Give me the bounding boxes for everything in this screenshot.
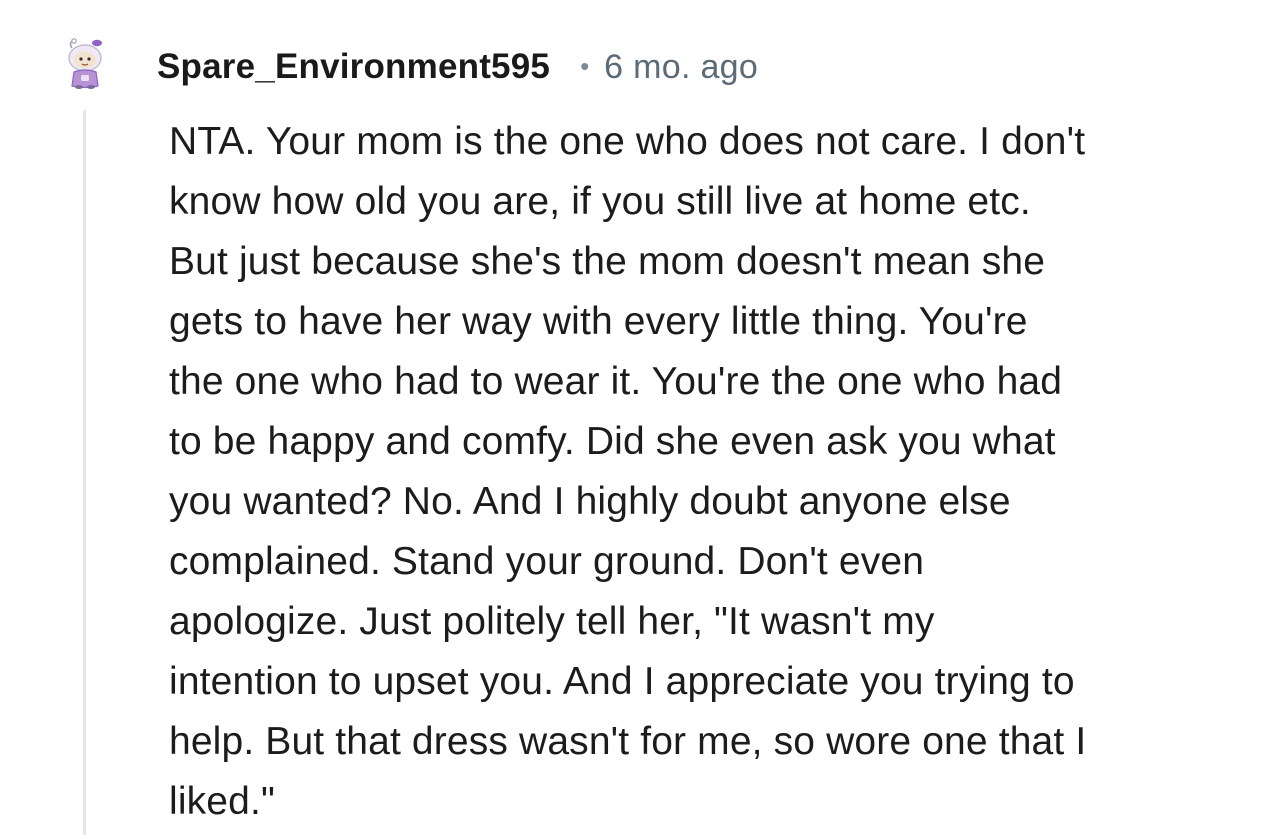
comment: Spare_Environment595 • 6 mo. ago NTA. Yo… — [0, 0, 1284, 835]
meta-separator: • — [580, 50, 590, 81]
comment-body-line: know how old you are, if you still live … — [169, 180, 1031, 223]
comment-body-line: help. But that dress wasn't for me, so w… — [169, 720, 1087, 763]
comment-body-line: NTA. Your mom is the one who does not ca… — [169, 120, 1086, 163]
comment-body-line: gets to have her way with every little t… — [169, 300, 1028, 343]
comment-body-line: liked." — [169, 780, 275, 823]
comment-body-line: But just because she's the mom doesn't m… — [169, 240, 1046, 283]
author-username[interactable]: Spare_Environment595 — [157, 47, 550, 87]
comment-body-line: to be happy and comfy. Did she even ask … — [169, 420, 1056, 463]
comment-body-line: the one who had to wear it. You're the o… — [169, 360, 1063, 403]
comment-body: NTA. Your mom is the one who does not ca… — [169, 112, 1229, 832]
comment-body-line: complained. Stand your ground. Don't eve… — [169, 540, 925, 583]
comment-body-line: intention to upset you. And I appreciate… — [169, 660, 1075, 703]
snoo-avatar-icon — [68, 38, 102, 89]
comment-body-line: apologize. Just politely tell her, "It w… — [169, 600, 935, 643]
comment-timestamp[interactable]: 6 mo. ago — [604, 48, 758, 87]
comment-meta: Spare_Environment595 • 6 mo. ago — [157, 44, 758, 90]
thread-collapse-line[interactable] — [83, 110, 86, 835]
comment-body-line: you wanted? No. And I highly doubt anyon… — [169, 480, 1011, 523]
user-avatar[interactable] — [62, 38, 108, 90]
